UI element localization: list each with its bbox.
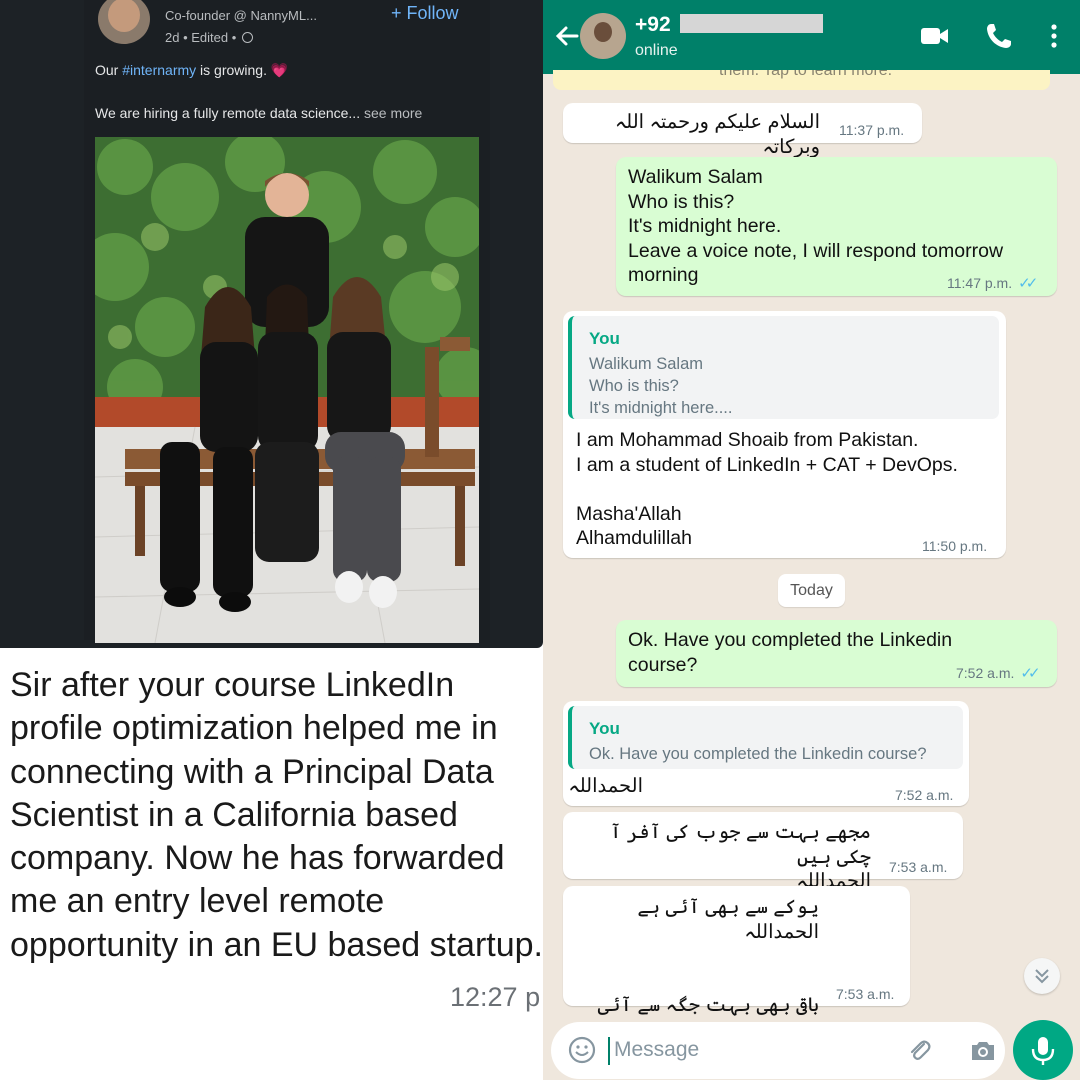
post-line-1-suffix: is growing. 💗	[196, 62, 289, 78]
double-chevron-down-icon	[1035, 969, 1049, 984]
message-bubble-incoming[interactable]: مجھے بہت سے جوب کی آفر آ چکی ہیں الحمدال…	[563, 812, 963, 892]
date-chip: Today	[778, 574, 845, 607]
team-photo[interactable]	[95, 137, 479, 643]
quoted-author: You	[589, 329, 620, 348]
contact-name[interactable]: +92	[635, 13, 671, 37]
message-time: 11:47 p.m.	[947, 275, 1013, 291]
message-time: 7:52 a.m.	[895, 787, 954, 803]
contact-status: online	[635, 42, 678, 59]
post-line-1-prefix: Our	[95, 62, 123, 78]
user-message-text: Sir after your course LinkedIn profile o…	[10, 666, 543, 964]
message-text: I am Mohammad Shoaib from Pakistan. I am…	[576, 429, 958, 550]
read-receipt-icon: ✓✓	[1018, 275, 1038, 292]
redacted-number	[680, 14, 823, 33]
message-time: 11:37 p.m.	[839, 122, 905, 138]
message-bubble-outgoing[interactable]: Walikum Salam Who is this? It's midnight…	[616, 157, 1057, 296]
video-call-icon[interactable]	[919, 20, 951, 52]
message-text: Walikum Salam Who is this? It's midnight…	[628, 166, 1004, 287]
message-text: یوکے سے بھی آئی ہے الحمداللہ باقی بھی بہ…	[597, 896, 819, 1041]
message-text: مجھے بہت سے جوب کی آفر آ چکی ہیں الحمدال…	[609, 821, 871, 893]
see-more-link[interactable]: see more	[360, 105, 422, 121]
message-time: 7:53 a.m.	[889, 859, 948, 875]
voice-call-icon[interactable]	[983, 20, 1015, 52]
message-time-row: 7:52 a.m. ✓✓	[956, 664, 1041, 682]
message-bubble-incoming[interactable]: السلام علیکم ورحمتہ اللہ وبرکاتہ 11:37 p…	[563, 103, 922, 158]
post-line-2-text: We are hiring a fully remote data scienc…	[95, 105, 361, 121]
message-time: 7:52 a.m.	[956, 665, 1015, 681]
message-bubble-incoming-reply[interactable]: You Walikum Salam Who is this? It's midn…	[563, 311, 1006, 558]
camera-icon[interactable]	[969, 1039, 997, 1063]
message-text: الحمداللہ	[568, 775, 643, 797]
follow-button[interactable]: + Follow	[391, 3, 459, 24]
message-input-bar[interactable]: Message	[551, 1022, 1005, 1079]
whatsapp-chat-panel: +92 online them. Tap to learn more. السل…	[543, 0, 1080, 1080]
globe-icon	[241, 32, 253, 43]
voice-record-button[interactable]	[1013, 1020, 1073, 1080]
message-time: 7:53 a.m.	[836, 986, 895, 1002]
quoted-author: You	[589, 719, 620, 738]
quoted-text: Ok. Have you completed the Linkedin cour…	[589, 745, 927, 763]
back-arrow-icon[interactable]	[553, 18, 581, 54]
post-meta-text: 2d • Edited •	[165, 30, 237, 45]
chat-header: +92 online	[543, 0, 1080, 74]
contact-avatar[interactable]	[580, 13, 626, 59]
message-bubble-outgoing[interactable]: Ok. Have you completed the Linkedin cour…	[616, 620, 1057, 687]
scroll-to-bottom-button[interactable]	[1024, 958, 1060, 994]
emoji-icon[interactable]	[567, 1035, 597, 1065]
quoted-message[interactable]: You Ok. Have you completed the Linkedin …	[568, 706, 963, 769]
more-options-icon[interactable]	[1038, 20, 1070, 52]
message-bubble-incoming[interactable]: یوکے سے بھی آئی ہے الحمداللہ باقی بھی بہ…	[563, 886, 910, 1041]
author-subtitle: Co-founder @ NannyML...	[165, 8, 317, 23]
quoted-text: Walikum Salam Who is this? It's midnight…	[589, 355, 733, 417]
post-line-2: We are hiring a fully remote data scienc…	[95, 105, 422, 121]
message-text: السلام علیکم ورحمتہ اللہ وبرکاتہ	[614, 111, 820, 158]
message-bubble-incoming-reply[interactable]: You Ok. Have you completed the Linkedin …	[563, 701, 969, 806]
encryption-banner[interactable]: them. Tap to learn more.	[553, 70, 1050, 90]
left-screenshot-panel: Co-founder @ NannyML... 2d • Edited • + …	[0, 0, 543, 1080]
message-text: Ok. Have you completed the Linkedin cour…	[628, 629, 953, 676]
message-input[interactable]: Message	[614, 1038, 699, 1062]
post-meta: 2d • Edited •	[165, 30, 253, 45]
banner-text: them. Tap to learn more.	[719, 70, 893, 79]
message-time: 11:50 p.m.	[922, 538, 988, 554]
post-line-1: Our #internarmy is growing. 💗	[95, 62, 288, 79]
team-photo-illustration	[95, 137, 479, 643]
quoted-message[interactable]: You Walikum Salam Who is this? It's midn…	[568, 316, 999, 419]
read-receipt-icon: ✓✓	[1020, 665, 1040, 682]
user-message-time: 12:27 p	[450, 982, 541, 1012]
attach-icon[interactable]	[906, 1037, 934, 1065]
hashtag-link[interactable]: #internarmy	[122, 62, 196, 78]
microphone-icon	[1031, 1037, 1055, 1065]
message-time-row: 11:47 p.m. ✓✓	[947, 274, 1038, 292]
text-cursor	[608, 1037, 610, 1065]
linkedin-post-card: Co-founder @ NannyML... 2d • Edited • + …	[0, 0, 543, 648]
